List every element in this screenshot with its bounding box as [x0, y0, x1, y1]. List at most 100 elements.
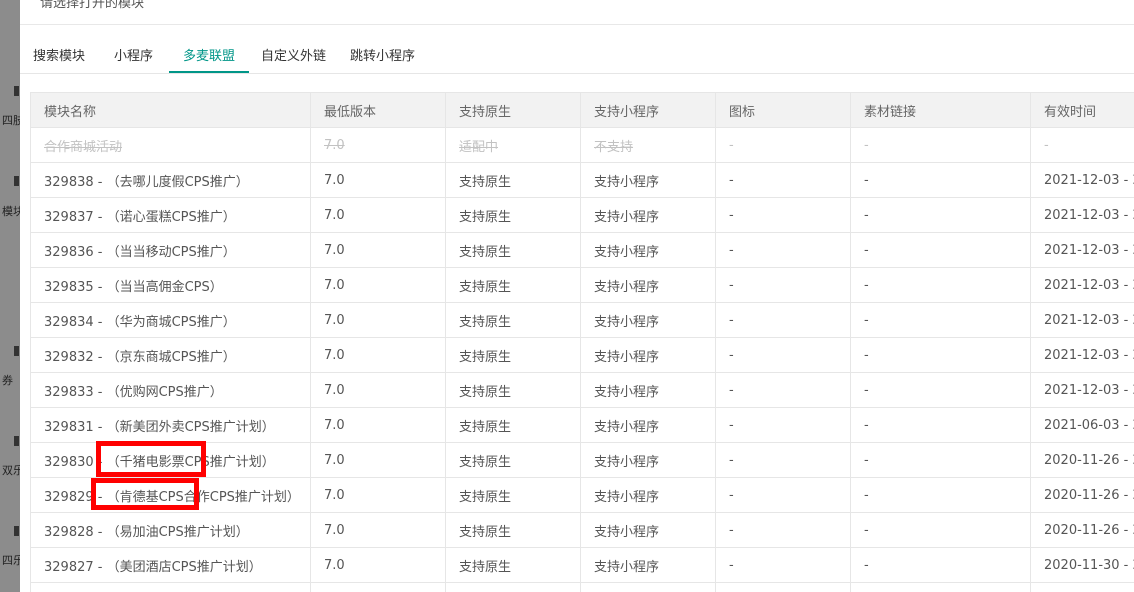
col-native-support: 支持原生	[445, 92, 581, 128]
cell-icon: -	[715, 407, 851, 443]
cell-min-version: 7.0	[310, 162, 446, 198]
cell-icon: -	[715, 127, 851, 163]
col-material-link: 素材链接	[850, 92, 1031, 128]
cell-icon: -	[715, 302, 851, 338]
cell-icon: -	[715, 512, 851, 548]
table-row[interactable]: 329833 - （优购网CPS推广） 7.0 支持原生 支持小程序 - -2021-12…	[30, 372, 1134, 408]
cell-icon: -	[715, 267, 851, 303]
cell-valid-time: 2021-06-03 - 2022-06-03	[1030, 407, 1134, 443]
cell-mini-support: 支持小程序	[580, 162, 716, 198]
sidebar-mark	[14, 526, 19, 536]
cell-material-link: -	[850, 442, 1031, 478]
cell-native-support: 支持原生	[445, 547, 581, 583]
cell-native-support: 支持原生	[445, 267, 581, 303]
tab-search-module[interactable]: 搜索模块	[33, 45, 85, 64]
table-row[interactable]: 合作商城活动 7.0 适配中 不支持 - - -	[30, 127, 1134, 163]
table-row[interactable]: 329832 - （京东商城CPS推广） 7.0 支持原生 支持小程序 - -2021-1…	[30, 337, 1134, 373]
table-row[interactable]: 329838 - （去哪儿度假CPS推广） 7.0 支持原生 支持小程序 - -2021-…	[30, 162, 1134, 198]
cell-material-link: -	[850, 232, 1031, 268]
sidebar-fragment: 双乐	[2, 464, 20, 477]
sidebar-fragment: 四肢	[2, 114, 20, 127]
sidebar-mark	[14, 346, 19, 356]
cell-icon: -	[715, 547, 851, 583]
cell-min-version: 7.0	[310, 127, 446, 163]
cell-valid-time: 2021-12-03 - 2022-12-03	[1030, 372, 1134, 408]
cell-icon: -	[715, 337, 851, 373]
cell-icon: -	[715, 162, 851, 198]
table-row[interactable]: 329831 - （新美团外卖CPS推广计划） 7.0 支持原生 支持小程序 - -202…	[30, 407, 1134, 443]
cell-native-support: 支持原生	[445, 372, 581, 408]
cell-min-version: 7.0	[310, 442, 446, 478]
sidebar-fragment: 模块	[2, 205, 20, 218]
cell-material-link: -	[850, 302, 1031, 338]
cell-native-support: 支持原生	[445, 477, 581, 513]
cell-min-version: 7.0	[310, 372, 446, 408]
cell-valid-time: 2020-11-26 - 2021-11-26	[1030, 442, 1134, 478]
cell-min-version: 7.0	[310, 407, 446, 443]
col-valid-time: 有效时间	[1030, 92, 1134, 128]
cell-native-support	[445, 582, 581, 592]
dialog-hint-text: 请选择打开的模块	[40, 0, 145, 11]
tab-custom-link[interactable]: 自定义外链	[261, 45, 326, 64]
cell-valid-time	[1030, 582, 1134, 592]
cell-mini-support: 支持小程序	[580, 407, 716, 443]
cell-mini-support: 支持小程序	[580, 197, 716, 233]
table-row[interactable]: 329834 - （华为商城CPS推广） 7.0 支持原生 支持小程序 - -2021-1…	[30, 302, 1134, 338]
cell-min-version: 7.0	[310, 337, 446, 373]
cell-mini-support: 支持小程序	[580, 337, 716, 373]
tab-jump-mini-program[interactable]: 跳转小程序	[350, 45, 415, 64]
table-header-row: 模块名称 最低版本 支持原生 支持小程序 图标 素材链接 有效时间	[30, 92, 1134, 128]
table-row[interactable]	[30, 582, 1134, 592]
sidebar-fragment: 四乐	[2, 554, 20, 567]
table-row[interactable]: 329827 - （美团酒店CPS推广计划） 7.0 支持原生 支持小程序 - -2020…	[30, 547, 1134, 583]
table-row[interactable]: 329836 - （当当移动CPS推广） 7.0 支持原生 支持小程序 - -2021-1…	[30, 232, 1134, 268]
dialog-hint: 请选择打开的模块	[20, 0, 1134, 25]
cell-material-link: -	[850, 512, 1031, 548]
cell-mini-support: 不支持	[580, 127, 716, 163]
cell-valid-time: 2020-11-26 - 2021-11-26	[1030, 512, 1134, 548]
cell-mini-support: 支持小程序	[580, 477, 716, 513]
cell-native-support: 支持原生	[445, 442, 581, 478]
cell-min-version: 7.0	[310, 302, 446, 338]
cell-module-name: 329832 - （京东商城CPS推广）	[30, 337, 311, 373]
cell-material-link: -	[850, 477, 1031, 513]
cell-min-version: 7.0	[310, 267, 446, 303]
cell-mini-support: 支持小程序	[580, 547, 716, 583]
cell-min-version: 7.0	[310, 477, 446, 513]
col-min-version: 最低版本	[310, 92, 446, 128]
tab-mini-program[interactable]: 小程序	[114, 45, 153, 64]
cell-material-link: -	[850, 372, 1031, 408]
sidebar-mark	[14, 176, 19, 186]
cell-icon: -	[715, 442, 851, 478]
tab-duomai-alliance[interactable]: 多麦联盟	[169, 45, 250, 73]
background-sidebar: 四肢 模块 券 双乐 四乐	[0, 0, 20, 592]
cell-native-support: 支持原生	[445, 162, 581, 198]
table-row[interactable]: 329835 - （当当高佣金CPS） 7.0 支持原生 支持小程序 - -2021-12…	[30, 267, 1134, 303]
cell-module-name: 329835 - （当当高佣金CPS）	[30, 267, 311, 303]
cell-module-name: 329838 - （去哪儿度假CPS推广）	[30, 162, 311, 198]
cell-module-name	[30, 582, 311, 592]
cell-native-support: 支持原生	[445, 302, 581, 338]
cell-mini-support: 支持小程序	[580, 442, 716, 478]
cell-valid-time: 2021-12-03 - 2022-12-03	[1030, 337, 1134, 373]
cell-valid-time: 2021-12-03 - 2022-12-03	[1030, 197, 1134, 233]
cell-module-name: 329833 - （优购网CPS推广）	[30, 372, 311, 408]
table-row[interactable]: 329837 - （诺心蛋糕CPS推广） 7.0 支持原生 支持小程序 - -2021-1…	[30, 197, 1134, 233]
cell-valid-time: 2020-11-26 - 2021-11-26	[1030, 477, 1134, 513]
cell-module-name: 329836 - （当当移动CPS推广）	[30, 232, 311, 268]
sidebar-mark	[14, 436, 19, 446]
cell-valid-time: 2021-12-03 - 2022-12-03	[1030, 302, 1134, 338]
highlight-box	[96, 441, 206, 477]
cell-min-version	[310, 582, 446, 592]
tab-bar: 搜索模块 小程序 多麦联盟 自定义外链 跳转小程序	[20, 37, 1134, 74]
cell-icon: -	[715, 232, 851, 268]
cell-icon: -	[715, 477, 851, 513]
cell-material-link: -	[850, 547, 1031, 583]
col-icon: 图标	[715, 92, 851, 128]
cell-mini-support: 支持小程序	[580, 232, 716, 268]
sidebar-fragment: 券	[2, 374, 13, 387]
table-row[interactable]: 329828 - （易加油CPS推广计划） 7.0 支持原生 支持小程序 - -2020-…	[30, 512, 1134, 548]
cell-valid-time: 2020-11-30 - 2021-11-30	[1030, 547, 1134, 583]
cell-material-link: -	[850, 197, 1031, 233]
cell-mini-support: 支持小程序	[580, 512, 716, 548]
